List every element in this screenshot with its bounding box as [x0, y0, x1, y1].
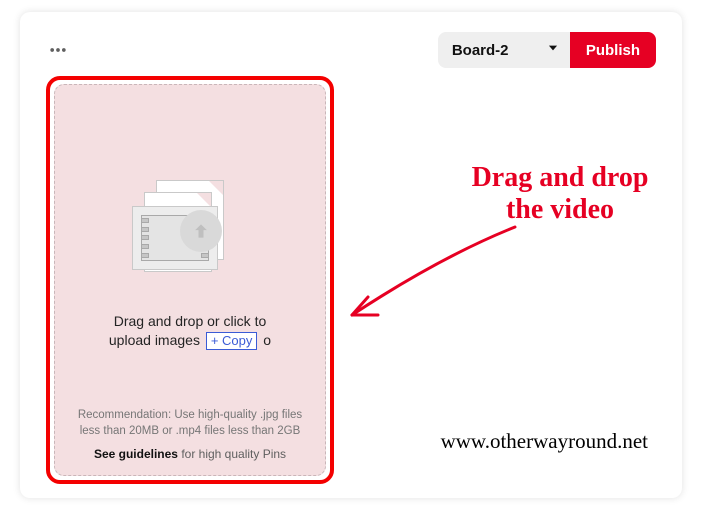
dropzone-highlight: Drag and drop or click to upload images … — [46, 76, 334, 484]
board-select-value: Board-2 — [452, 42, 509, 59]
guidelines-link[interactable]: See guidelines for high quality Pins — [55, 447, 325, 461]
upload-recommendation: Recommendation: Use high-quality .jpg fi… — [55, 407, 325, 439]
dropzone-line1: Drag and drop or click to — [90, 312, 290, 331]
board-select[interactable]: Board-2 — [438, 32, 570, 68]
upload-graphic — [132, 180, 248, 296]
chevron-down-icon — [546, 41, 560, 59]
upload-dropzone[interactable]: Drag and drop or click to upload images … — [54, 84, 326, 476]
watermark: www.otherwayround.net — [441, 429, 648, 454]
topbar: Board-2 Publish — [46, 30, 656, 70]
dropzone-footer: Recommendation: Use high-quality .jpg fi… — [55, 407, 325, 461]
publish-button[interactable]: Publish — [570, 32, 656, 68]
copy-chip[interactable]: + Copy — [206, 332, 258, 350]
more-options-icon[interactable] — [46, 38, 70, 62]
dropzone-line2: upload images + Copy o — [90, 331, 290, 350]
dropzone-instructions: Drag and drop or click to upload images … — [90, 312, 290, 350]
publish-controls: Board-2 Publish — [438, 32, 656, 68]
annotation-arrow-icon — [330, 217, 530, 337]
upload-arrow-icon — [180, 210, 222, 252]
pin-builder-card: Board-2 Publish — [20, 12, 682, 498]
